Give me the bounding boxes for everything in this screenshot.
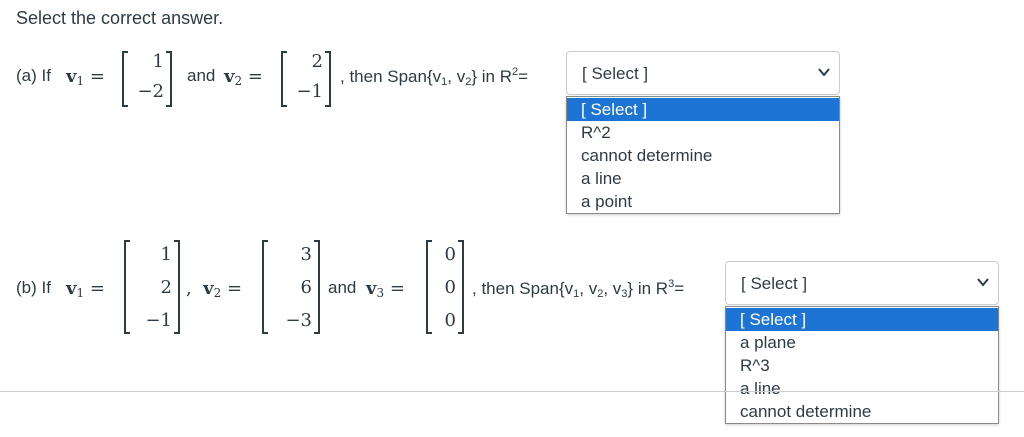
option-select[interactable]: [ Select ] xyxy=(726,308,998,331)
part-a-v1-matrix: 1 −2 xyxy=(122,51,172,107)
matrix-entry: 0 xyxy=(444,277,456,298)
option-a-line[interactable]: a line xyxy=(567,167,839,190)
matrix-entry: −1 xyxy=(296,81,323,102)
matrix-entry: −3 xyxy=(285,310,312,331)
part-a-v1-name: v1 = xyxy=(66,66,105,88)
chevron-down-icon xyxy=(977,278,989,287)
matrix-entry: 1 xyxy=(152,51,164,72)
part-b-v2-matrix: 3 6 −3 xyxy=(262,240,320,334)
matrix-entry: 2 xyxy=(160,277,172,298)
option-a-line[interactable]: a line xyxy=(726,377,998,400)
part-b-dropdown-list: [ Select ] a plane R^3 a line cannot det… xyxy=(725,306,999,424)
matrix-entry: 0 xyxy=(444,310,456,331)
part-a-label: (a) If xyxy=(16,66,51,85)
select-value: [ Select ] xyxy=(582,64,649,83)
part-b-v3-matrix: 0 0 0 xyxy=(426,240,464,334)
option-cannot-determine[interactable]: cannot determine xyxy=(567,144,839,167)
quiz-page: Select the correct answer. (a) If v1 = 1… xyxy=(0,0,1024,437)
prompt-title: Select the correct answer. xyxy=(16,8,224,28)
part-b-v3-name: v3 = xyxy=(366,278,405,300)
part-b-then-text: , then Span{v1, v2, v3} in R3= xyxy=(472,278,685,300)
part-b-and: and xyxy=(328,278,357,297)
part-b-select[interactable]: [ Select ] xyxy=(725,261,999,305)
part-a-and: and xyxy=(187,66,216,85)
option-r3[interactable]: R^3 xyxy=(726,354,998,377)
matrix-entry: 1 xyxy=(160,244,172,265)
chevron-down-icon xyxy=(818,68,830,77)
matrix-entry: −1 xyxy=(145,310,172,331)
part-a-dropdown-list: [ Select ] R^2 cannot determine a line a… xyxy=(566,96,840,214)
part-a-then-text: , then Span{v1, v2} in R2= xyxy=(340,66,529,88)
option-a-point[interactable]: a point xyxy=(567,190,839,213)
matrix-entry: 6 xyxy=(300,277,312,298)
section-divider xyxy=(0,391,1024,392)
matrix-entry: 3 xyxy=(300,244,312,265)
matrix-entry: 2 xyxy=(311,51,323,72)
matrix-entry: 0 xyxy=(444,244,456,265)
option-cannot-determine[interactable]: cannot determine xyxy=(726,400,998,423)
option-a-plane[interactable]: a plane xyxy=(726,331,998,354)
part-a-select[interactable]: [ Select ] xyxy=(566,51,840,95)
part-a-v2-name: v2 = xyxy=(224,66,263,88)
part-b-v2-name: , v2 = xyxy=(186,278,243,300)
part-b-v1-matrix: 1 2 −1 xyxy=(124,240,180,334)
part-a-v2-matrix: 2 −1 xyxy=(281,51,331,107)
matrix-entry: −2 xyxy=(137,81,164,102)
select-value: [ Select ] xyxy=(741,274,808,293)
part-b-label: (b) If xyxy=(16,278,51,297)
part-b-v1-name: v1 = xyxy=(66,278,105,300)
option-select[interactable]: [ Select ] xyxy=(567,98,839,121)
option-r2[interactable]: R^2 xyxy=(567,121,839,144)
